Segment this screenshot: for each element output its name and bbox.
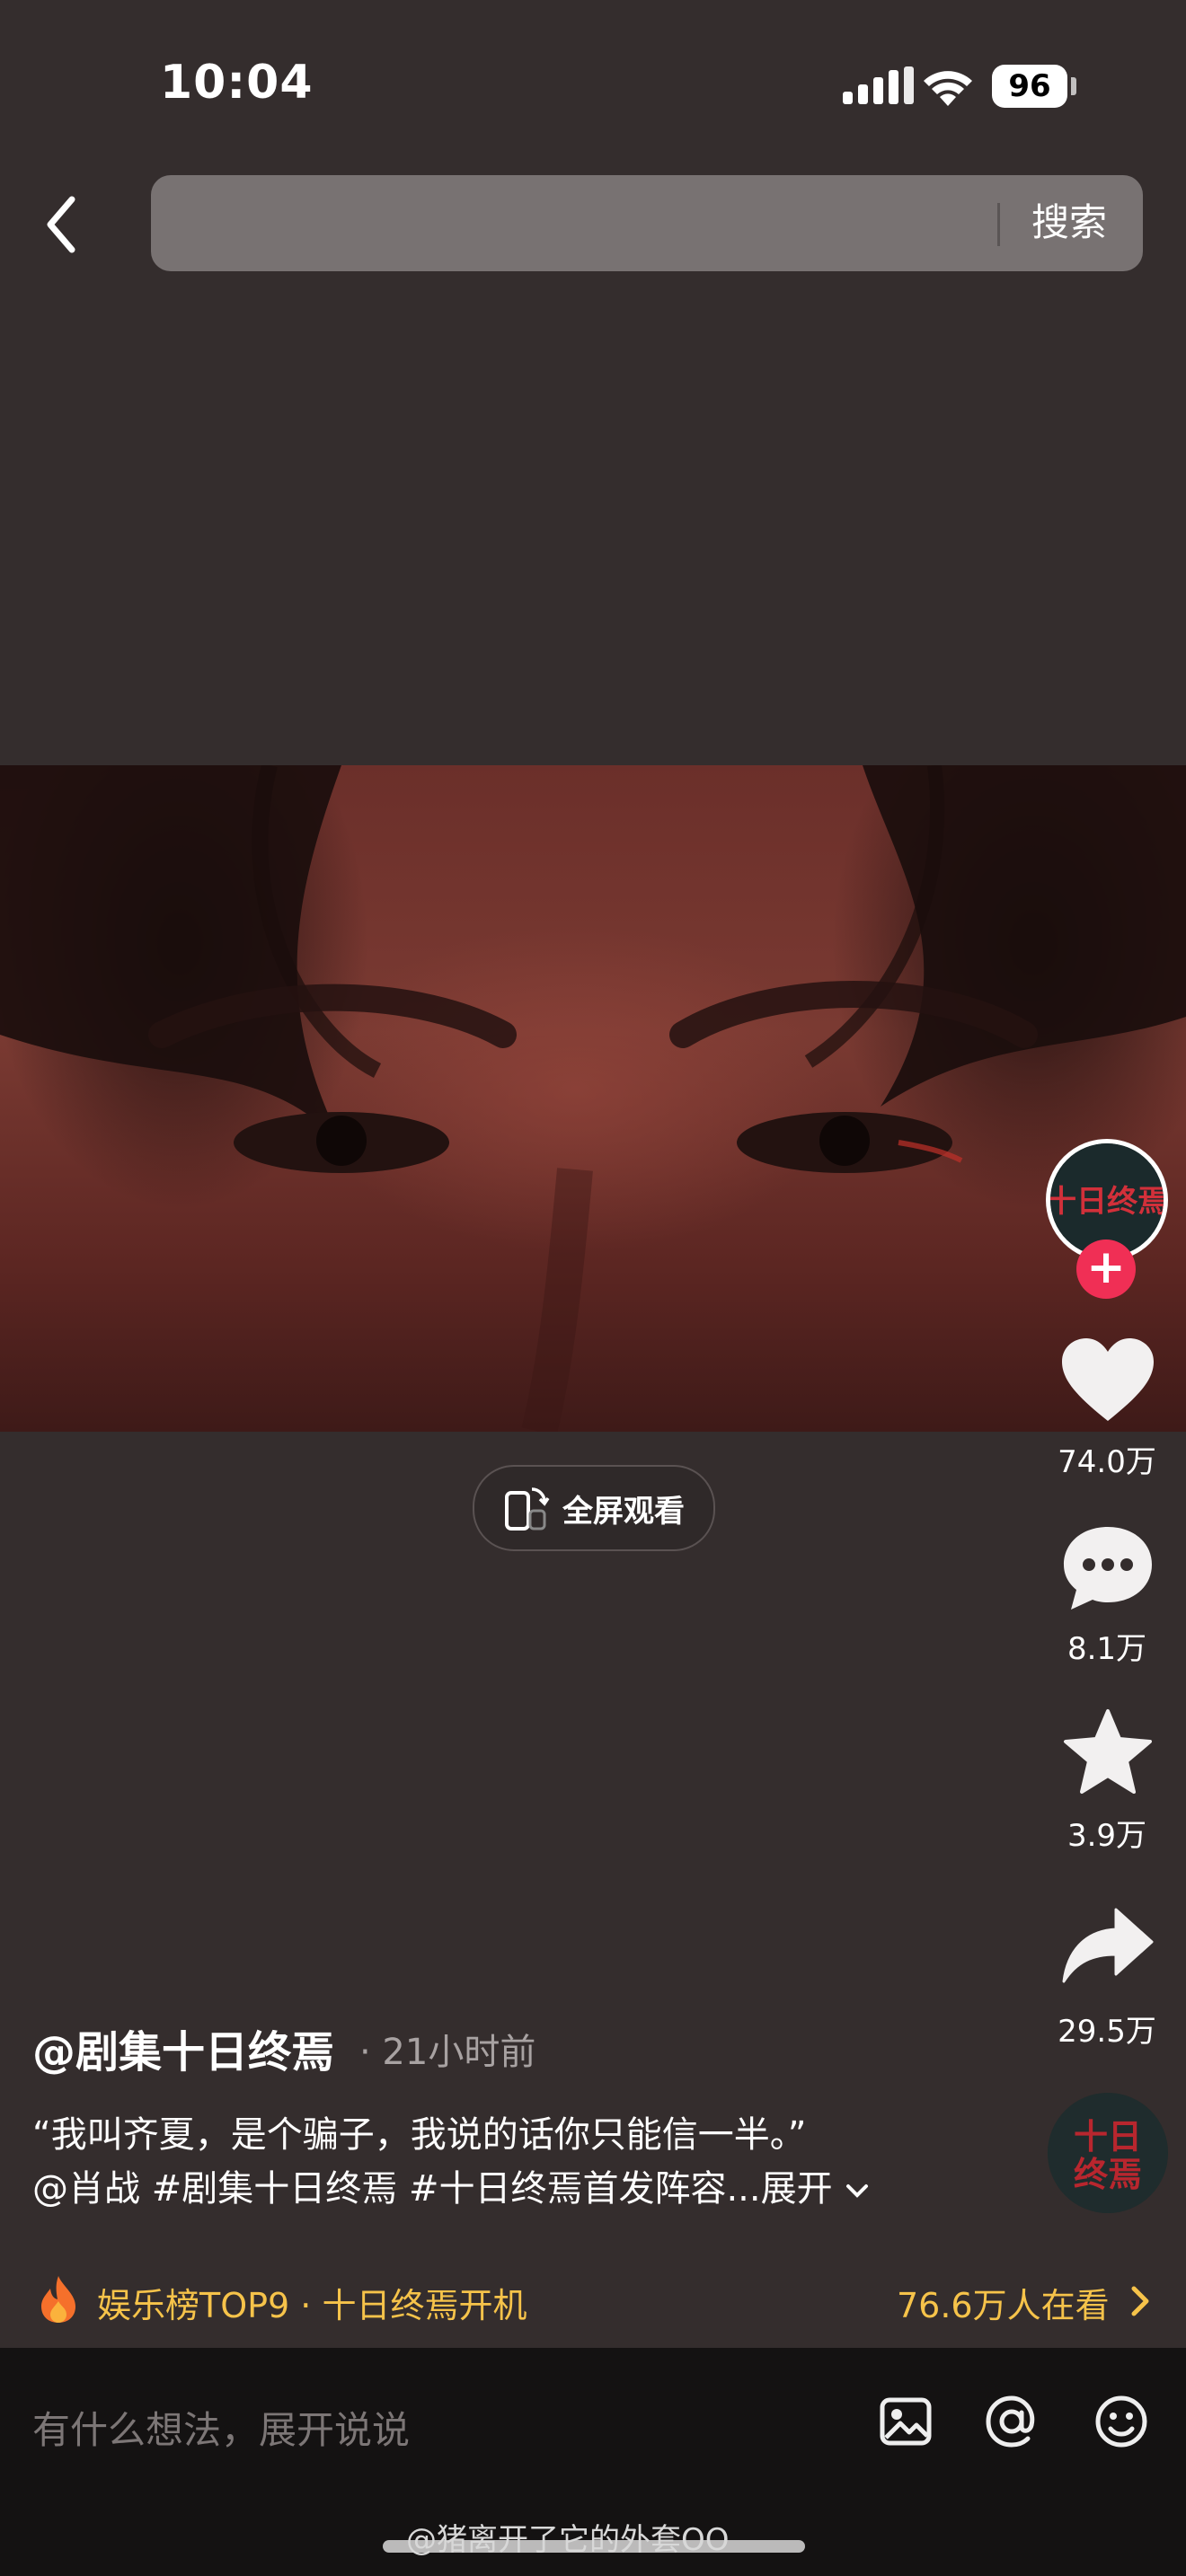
- svg-text:终焉: 终焉: [1074, 2155, 1142, 2194]
- expand-chevron-icon[interactable]: [844, 2181, 871, 2201]
- comment-input[interactable]: 有什么想法，展开说说: [32, 2400, 410, 2455]
- search-divider: [997, 203, 1000, 246]
- caption-hashtags[interactable]: @肖战 #剧集十日终焉 #十日终焉首发阵容...展开: [32, 2159, 871, 2211]
- post-time: · 21小时前: [359, 2032, 536, 2073]
- image-icon[interactable]: [877, 2393, 934, 2450]
- like-heart-icon[interactable]: [1058, 1337, 1157, 1426]
- rotate-phone-icon: [505, 1487, 550, 1531]
- back-chevron-icon[interactable]: [36, 189, 90, 260]
- mention-at-icon[interactable]: [983, 2393, 1040, 2450]
- comment-bubble-icon[interactable]: [1058, 1523, 1157, 1613]
- emoji-icon[interactable]: [1093, 2393, 1150, 2450]
- svg-text:十日: 十日: [1074, 2117, 1142, 2157]
- viewer-count[interactable]: 76.6万人在看: [897, 2278, 1110, 2327]
- status-time: 10:04: [160, 56, 314, 110]
- caption-hashtags-text: @肖战 #剧集十日终焉 #十日终焉首发阵容...展开: [32, 2168, 833, 2210]
- share-count: 29.5万: [1058, 2014, 1156, 2050]
- favorite-count: 3.9万: [1067, 1818, 1147, 1854]
- like-count: 74.0万: [1058, 1444, 1156, 1480]
- fullscreen-label: 全屏观看: [562, 1493, 685, 1530]
- trending-label[interactable]: 娱乐榜TOP9 · 十日终焉开机: [97, 2278, 527, 2327]
- search-button[interactable]: 搜索: [1015, 196, 1123, 250]
- fire-icon: [41, 2276, 75, 2323]
- fullscreen-button[interactable]: 全屏观看: [473, 1465, 715, 1551]
- favorite-star-icon[interactable]: [1058, 1708, 1157, 1798]
- search-input[interactable]: [151, 175, 1143, 271]
- music-disc[interactable]: 十日 终焉: [1048, 2093, 1168, 2213]
- video-player[interactable]: [0, 765, 1186, 1432]
- comment-count: 8.1万: [1067, 1631, 1147, 1667]
- battery-tip: [1071, 77, 1076, 95]
- music-cover-image: 十日 终焉: [1048, 2093, 1168, 2213]
- follow-button[interactable]: +: [1076, 1239, 1136, 1299]
- share-arrow-icon[interactable]: [1058, 1902, 1157, 1992]
- wifi-icon: [924, 71, 972, 106]
- home-indicator[interactable]: [383, 2540, 805, 2553]
- caption-text: “我叫齐夏，是个骗子，我说的话你只能信一半。”: [32, 2114, 807, 2156]
- cellular-signal-icon: [843, 66, 914, 104]
- battery-indicator: 96: [992, 65, 1067, 108]
- svg-text:十日终焉: 十日终焉: [1050, 1184, 1164, 1220]
- video-frame-image: [0, 765, 1186, 1432]
- author-name-link[interactable]: @剧集十日终焉: [32, 2016, 334, 2079]
- chevron-right-icon[interactable]: [1127, 2281, 1154, 2321]
